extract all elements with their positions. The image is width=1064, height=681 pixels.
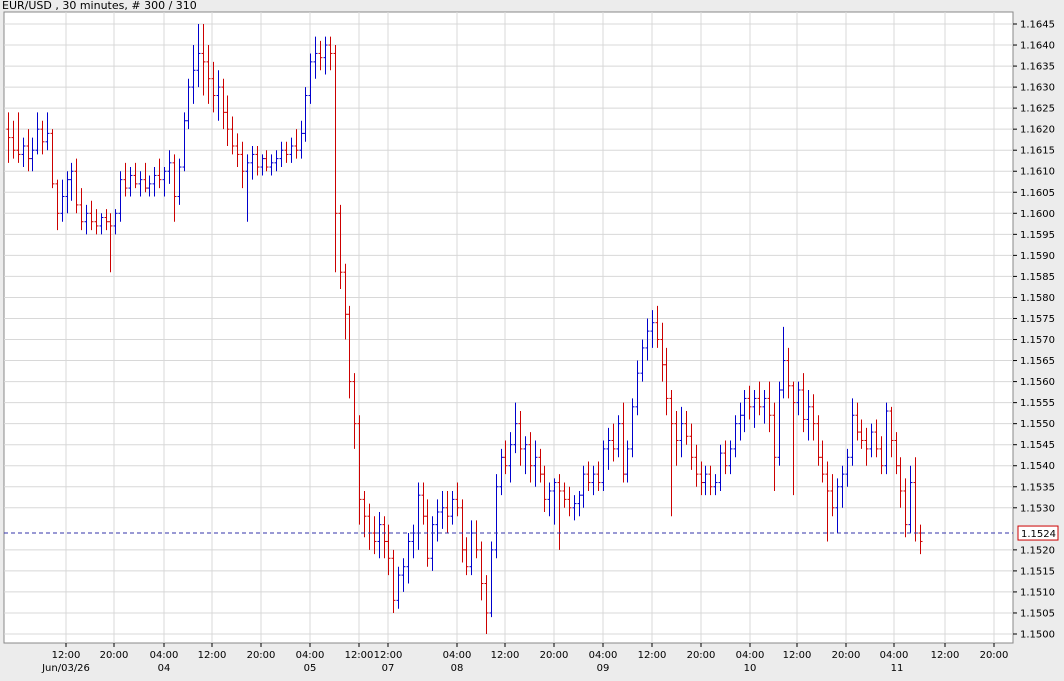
y-tick-label: 1.1500 (1020, 630, 1055, 641)
y-tick-label: 1.1555 (1020, 398, 1055, 409)
date-label: Jun/03/26 (41, 663, 90, 674)
x-tick-label: 12:00 (345, 650, 374, 661)
current-price-label: 1.1524 (1021, 529, 1056, 540)
y-tick-label: 1.1645 (1020, 20, 1055, 31)
ohlc-chart: 1.1645 1.1640 1.1635 1.1630 1.1625 1.1620 1.16… (3, 11, 1059, 674)
y-tick-label: 1.1605 (1020, 188, 1055, 199)
y-tick-label: 1.1610 (1020, 167, 1055, 178)
x-tick-label: 12:00 (783, 650, 812, 661)
date-label: 08 (451, 663, 464, 674)
x-tick-label: 04:00 (296, 650, 325, 661)
y-tick-label: 1.1580 (1020, 293, 1055, 304)
chart-title: EUR/USD , 30 minutes, # 300 / 310 (2, 0, 197, 12)
y-tick-label: 1.1505 (1020, 608, 1055, 619)
y-tick-label: 1.1640 (1020, 41, 1055, 52)
y-tick-label: 1.1625 (1020, 104, 1055, 115)
y-tick-label: 1.1550 (1020, 419, 1055, 430)
x-tick-label: 04:00 (150, 650, 179, 661)
y-tick-label: 1.1600 (1020, 209, 1055, 220)
x-tick-label: 20:00 (540, 650, 569, 661)
y-tick-label: 1.1560 (1020, 377, 1055, 388)
y-tick-label: 1.1535 (1020, 482, 1055, 493)
x-tick-label: 04:00 (736, 650, 765, 661)
date-label: 07 (382, 663, 395, 674)
x-tick-label: 12:00 (491, 650, 520, 661)
x-tick-label: 20:00 (247, 650, 276, 661)
y-tick-label: 1.1570 (1020, 335, 1055, 346)
y-tick-label: 1.1540 (1020, 461, 1055, 472)
x-tick-label: 04:00 (589, 650, 618, 661)
date-label: 09 (597, 663, 610, 674)
y-tick-label: 1.1530 (1020, 503, 1055, 514)
y-tick-label: 1.1615 (1020, 146, 1055, 157)
y-tick-label: 1.1515 (1020, 566, 1055, 577)
y-tick-label: 1.1510 (1020, 587, 1055, 598)
x-tick-label: 12:00 (52, 650, 81, 661)
chart-frame: 1.1645 1.1640 1.1635 1.1630 1.1625 1.1620 1.16… (0, 0, 1064, 681)
plot-area (3, 11, 1014, 644)
x-tick-label: 12:00 (638, 650, 667, 661)
y-tick-label: 1.1565 (1020, 356, 1055, 367)
y-tick-label: 1.1545 (1020, 440, 1055, 451)
x-tick-label: 20:00 (980, 650, 1009, 661)
date-label: 05 (304, 663, 317, 674)
x-tick-label: 04:00 (443, 650, 472, 661)
date-label: 10 (744, 663, 757, 674)
date-label: 04 (158, 663, 171, 674)
y-tick-label: 1.1590 (1020, 251, 1055, 262)
x-tick-label: 12:00 (374, 650, 403, 661)
y-tick-label: 1.1585 (1020, 272, 1055, 283)
y-tick-label: 1.1630 (1020, 83, 1055, 94)
x-tick-label: 20:00 (100, 650, 129, 661)
y-tick-label: 1.1635 (1020, 62, 1055, 73)
x-tick-label: 04:00 (880, 650, 909, 661)
x-tick-label: 20:00 (687, 650, 716, 661)
date-label: 11 (891, 663, 904, 674)
y-tick-label: 1.1595 (1020, 230, 1055, 241)
x-tick-label: 20:00 (832, 650, 861, 661)
y-tick-label: 1.1620 (1020, 125, 1055, 136)
x-tick-label: 12:00 (931, 650, 960, 661)
y-tick-label: 1.1520 (1020, 545, 1055, 556)
y-tick-label: 1.1575 (1020, 314, 1055, 325)
x-tick-label: 12:00 (198, 650, 227, 661)
